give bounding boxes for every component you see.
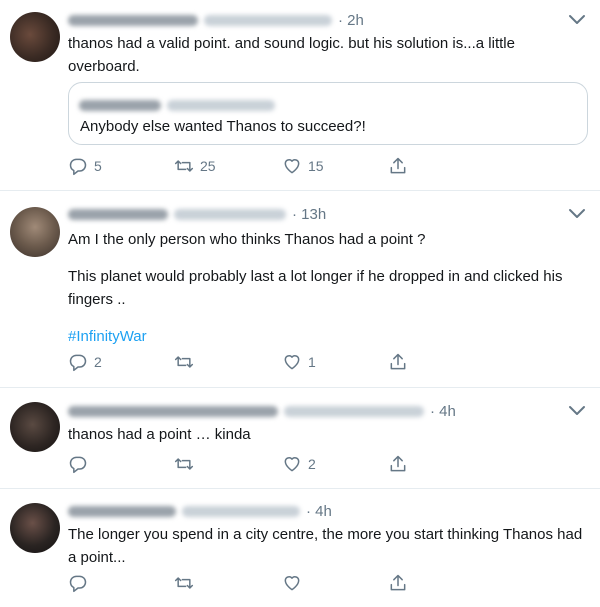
like-button[interactable]: 2 xyxy=(282,454,316,474)
chevron-down-icon[interactable] xyxy=(568,14,586,26)
tweet-text: thanos had a point … kinda xyxy=(68,423,588,446)
retweet-button[interactable] xyxy=(174,352,200,372)
author-name[interactable] xyxy=(68,208,168,220)
tweet-paragraph: Am I the only person who thinks Thanos h… xyxy=(68,231,426,248)
author-name[interactable] xyxy=(68,405,278,417)
quoted-tweet-text: Anybody else wanted Thanos to succeed?! xyxy=(80,118,366,135)
reply-icon xyxy=(69,354,87,372)
quoted-author-name xyxy=(79,99,161,111)
reply-count: 2 xyxy=(94,354,102,370)
timestamp[interactable]: · 4h xyxy=(306,503,332,520)
tweet-header: · 4h xyxy=(68,402,456,420)
chevron-down-icon[interactable] xyxy=(568,405,586,417)
tweet-2[interactable]: · 13h Am I the only person who thinks Th… xyxy=(0,191,600,388)
timestamp[interactable]: · 2h xyxy=(338,12,364,29)
share-button[interactable] xyxy=(388,156,408,176)
retweet-icon xyxy=(174,160,194,172)
reply-icon xyxy=(69,158,87,176)
retweet-icon xyxy=(174,577,194,589)
quoted-author-handle xyxy=(167,99,275,111)
chevron-down-icon[interactable] xyxy=(568,208,586,220)
reply-button[interactable] xyxy=(68,573,94,593)
tweet-paragraph: thanos had a point … kinda xyxy=(68,426,251,443)
retweet-icon xyxy=(174,458,194,470)
retweet-button[interactable]: 25 xyxy=(174,156,216,176)
tweet-header: · 13h xyxy=(68,205,326,223)
like-count: 1 xyxy=(308,354,316,370)
share-icon xyxy=(390,157,406,174)
author-handle[interactable] xyxy=(204,14,332,26)
like-button[interactable]: 15 xyxy=(282,156,324,176)
tweet-actions xyxy=(68,573,428,593)
share-button[interactable] xyxy=(388,352,408,372)
reply-count: 5 xyxy=(94,158,102,174)
avatar[interactable] xyxy=(10,503,60,553)
retweet-count: 25 xyxy=(200,158,216,174)
like-icon xyxy=(284,159,300,174)
share-button[interactable] xyxy=(388,573,408,593)
reply-icon xyxy=(69,575,87,593)
author-handle[interactable] xyxy=(284,405,424,417)
retweet-button[interactable] xyxy=(174,573,200,593)
tweet-actions: 2 1 xyxy=(68,352,428,372)
tweet-header: · 2h xyxy=(68,11,364,29)
reply-button[interactable]: 5 xyxy=(68,156,102,176)
retweet-button[interactable] xyxy=(174,454,200,474)
tweet-paragraph: The longer you spend in a city centre, t… xyxy=(68,526,583,566)
timestamp[interactable]: · 4h xyxy=(430,403,456,420)
tweet-actions: 5 25 15 xyxy=(68,156,428,176)
quoted-tweet-header xyxy=(79,96,275,114)
like-icon xyxy=(284,355,300,370)
timestamp[interactable]: · 13h xyxy=(292,206,326,223)
tweet-paragraph: This planet would probably last a lot lo… xyxy=(68,268,563,308)
tweet-text: thanos had a valid point. and sound logi… xyxy=(68,32,588,78)
like-count: 15 xyxy=(308,158,324,174)
quoted-tweet[interactable]: Anybody else wanted Thanos to succeed?! xyxy=(68,82,588,145)
tweet-1[interactable]: · 2h thanos had a valid point. and sound… xyxy=(0,0,600,191)
like-icon xyxy=(284,576,300,591)
share-icon xyxy=(390,574,406,591)
like-button[interactable] xyxy=(282,573,308,593)
avatar[interactable] xyxy=(10,207,60,257)
tweet-3[interactable]: · 4h thanos had a point … kinda 2 xyxy=(0,388,600,489)
author-handle[interactable] xyxy=(174,208,286,220)
tweet-header: · 4h xyxy=(68,502,332,520)
tweet-paragraph: thanos had a valid point. and sound logi… xyxy=(68,35,515,75)
author-name[interactable] xyxy=(68,505,176,517)
tweet-4[interactable]: · 4h The longer you spend in a city cent… xyxy=(0,489,600,607)
share-icon xyxy=(390,353,406,370)
tweet-actions: 2 xyxy=(68,454,428,474)
retweet-icon xyxy=(174,356,194,368)
reply-icon xyxy=(69,456,87,474)
avatar[interactable] xyxy=(10,402,60,452)
reply-button[interactable] xyxy=(68,454,94,474)
share-button[interactable] xyxy=(388,454,408,474)
author-handle[interactable] xyxy=(182,505,300,517)
reply-button[interactable]: 2 xyxy=(68,352,102,372)
hashtag-link[interactable]: #InfinityWar xyxy=(68,328,147,345)
tweet-paragraph: #InfinityWar xyxy=(68,325,588,348)
tweet-text: The longer you spend in a city centre, t… xyxy=(68,523,588,569)
like-icon xyxy=(284,457,300,472)
like-count: 2 xyxy=(308,456,316,472)
avatar[interactable] xyxy=(10,12,60,62)
share-icon xyxy=(390,455,406,472)
author-name[interactable] xyxy=(68,14,198,26)
tweet-text: Am I the only person who thinks Thanos h… xyxy=(68,228,588,348)
like-button[interactable]: 1 xyxy=(282,352,316,372)
